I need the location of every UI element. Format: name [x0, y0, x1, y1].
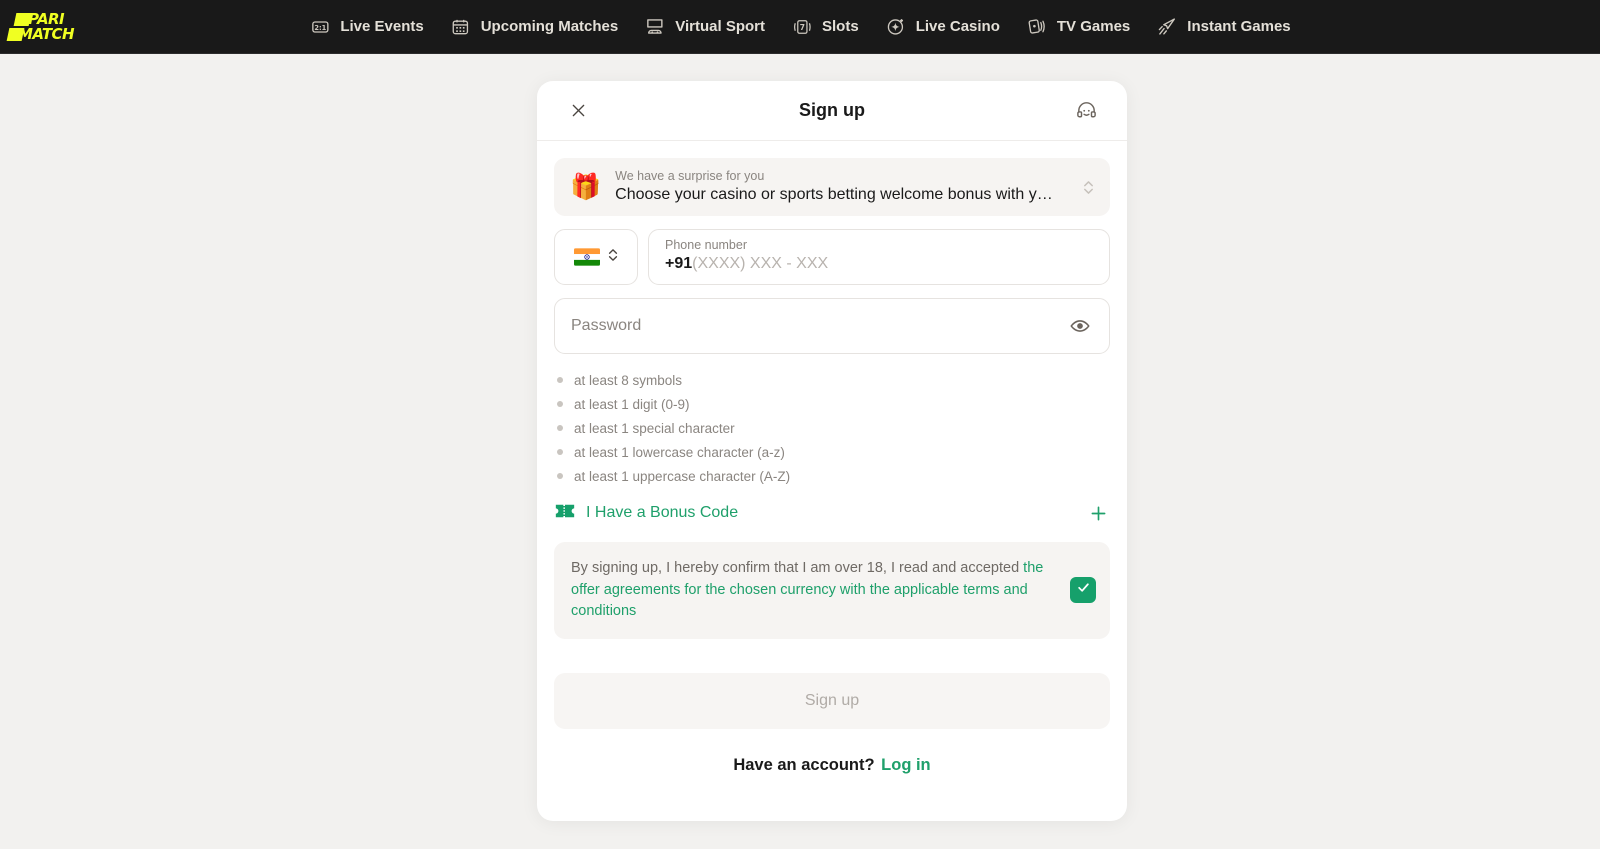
- bullet-icon: [557, 449, 563, 455]
- phone-number-input[interactable]: Phone number +91(XXXX) XXX - XXX: [648, 229, 1110, 285]
- rocket-icon: [1156, 16, 1178, 38]
- nav-item-live-events[interactable]: 2:1 Live Events: [309, 16, 424, 38]
- password-placeholder: Password: [571, 317, 642, 334]
- nav-label: Live Events: [340, 18, 424, 35]
- bonus-selector[interactable]: 🎁 We have a surprise for you Choose your…: [554, 158, 1110, 216]
- parimatch-logo[interactable]: PARI MATCH: [6, 10, 102, 44]
- modal-header: Sign up: [537, 81, 1127, 141]
- terms-checkbox[interactable]: [1070, 577, 1096, 604]
- svg-text:2:1: 2:1: [314, 23, 326, 31]
- check-icon: [1076, 580, 1091, 600]
- requirement-item: at least 1 special character: [557, 416, 1110, 440]
- requirement-item: at least 8 symbols: [557, 368, 1110, 392]
- close-icon[interactable]: [564, 97, 592, 125]
- playing-cards-icon: [1026, 16, 1048, 38]
- logo-text-match: MATCH: [18, 24, 75, 43]
- password-input[interactable]: Password: [554, 298, 1110, 354]
- login-prompt: Have an account? Log in: [554, 756, 1110, 775]
- requirement-item: at least 1 lowercase character (a-z): [557, 440, 1110, 464]
- login-prompt-question: Have an account?: [733, 755, 875, 774]
- score-2-1-icon: 2:1: [309, 16, 331, 38]
- modal-body: 🎁 We have a surprise for you Choose your…: [537, 141, 1127, 775]
- nav-label: Upcoming Matches: [480, 18, 619, 35]
- bonus-code-toggle[interactable]: I Have a Bonus Code: [554, 498, 1110, 528]
- nav-label: Live Casino: [915, 18, 1000, 35]
- signup-submit-label: Sign up: [804, 691, 860, 709]
- chevron-up-down-icon: [1080, 178, 1096, 197]
- phone-label: Phone number: [665, 238, 748, 252]
- nav-item-slots[interactable]: 7 Slots: [791, 16, 859, 38]
- support-headset-icon[interactable]: [1072, 97, 1100, 125]
- sparkle-icon: [885, 16, 907, 38]
- nav-label: Virtual Sport: [675, 18, 766, 35]
- requirement-item: at least 1 digit (0-9): [557, 392, 1110, 416]
- country-code: +91: [665, 255, 693, 272]
- signup-modal: Sign up 🎁 We have a surprise for you Cho…: [537, 81, 1127, 821]
- bullet-icon: [557, 401, 563, 407]
- nav-item-tv-games[interactable]: TV Games: [1026, 16, 1130, 38]
- bonus-value: Choose your casino or sports betting wel…: [615, 186, 1053, 203]
- gamepad-screen-icon: [644, 16, 666, 38]
- flag-india-icon: [573, 248, 600, 266]
- terms-lead: By signing up, I hereby confirm that I a…: [571, 560, 1024, 576]
- nav-item-live-casino[interactable]: Live Casino: [885, 16, 1000, 38]
- gift-icon: 🎁: [570, 172, 602, 201]
- page-title: Sign up: [799, 100, 865, 120]
- country-selector[interactable]: [554, 229, 638, 285]
- nav-label: Instant Games: [1187, 18, 1291, 35]
- bullet-icon: [557, 425, 563, 431]
- login-link[interactable]: Log in: [881, 756, 930, 774]
- requirement-item: at least 1 uppercase character (A-Z): [557, 464, 1110, 488]
- phone-placeholder: (XXXX) XXX - XXX: [692, 255, 829, 272]
- bonus-caption: We have a surprise for you: [615, 169, 765, 183]
- plus-icon[interactable]: [1086, 501, 1110, 525]
- ticket-icon: [554, 502, 576, 525]
- bullet-icon: [557, 377, 563, 383]
- password-requirements: at least 8 symbols at least 1 digit (0-9…: [554, 368, 1110, 488]
- slot-seven-icon: 7: [791, 16, 813, 38]
- nav-label: TV Games: [1056, 18, 1131, 35]
- bullet-icon: [557, 473, 563, 479]
- main-nav: 2:1 Live Events Upcoming Matches Virtual…: [309, 16, 1291, 38]
- nav-label: Slots: [822, 18, 859, 35]
- calendar-icon: [450, 16, 472, 38]
- phone-row: Phone number +91(XXXX) XXX - XXX: [554, 229, 1110, 285]
- chevron-up-down-icon: [607, 246, 619, 269]
- nav-item-instant-games[interactable]: Instant Games: [1156, 16, 1291, 38]
- top-navigation-bar: PARI MATCH 2:1 Live Events Upcoming Matc…: [0, 0, 1600, 54]
- terms-text: By signing up, I hereby confirm that I a…: [571, 558, 1056, 623]
- bonus-code-label: I Have a Bonus Code: [586, 504, 739, 521]
- nav-item-virtual-sport[interactable]: Virtual Sport: [644, 16, 765, 38]
- eye-icon[interactable]: [1067, 313, 1093, 339]
- svg-text:7: 7: [799, 22, 804, 31]
- terms-agreement: By signing up, I hereby confirm that I a…: [554, 542, 1110, 639]
- signup-submit-button[interactable]: Sign up: [554, 672, 1110, 729]
- nav-item-upcoming-matches[interactable]: Upcoming Matches: [450, 16, 619, 38]
